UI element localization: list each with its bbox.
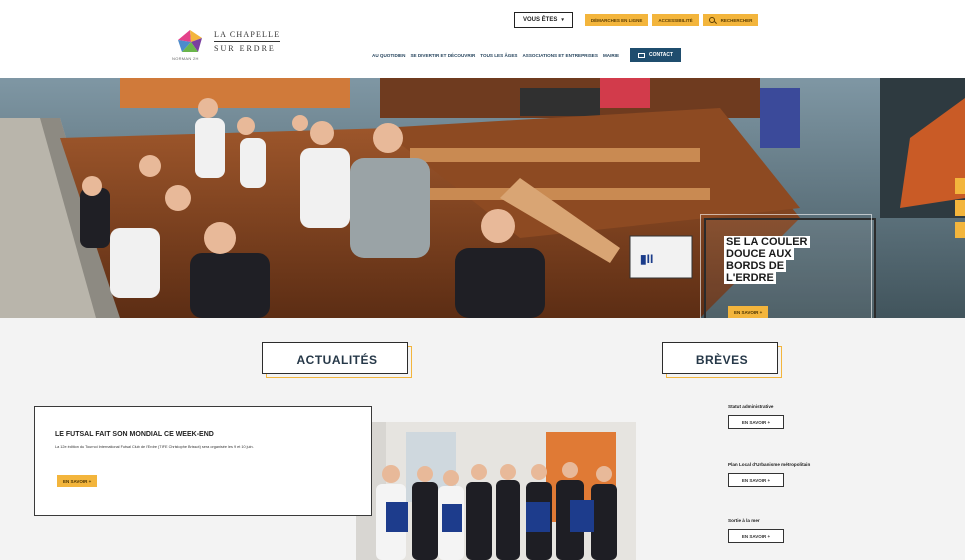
hero-title-line-3: BORDS DE (724, 260, 787, 272)
demarches-button[interactable]: DÉMARCHES EN LIGNE (584, 14, 649, 26)
actualites-heading-text: ACTUALITÉS (296, 353, 378, 367)
news-card: LE FUTSAL FAIT SON MONDIAL CE WEEK-END L… (34, 406, 372, 516)
nav-item-mairie[interactable]: MAIRIE (603, 53, 619, 58)
utility-bar: VOUS ÊTES ▾ DÉMARCHES EN LIGNE ACCESSIBI… (514, 12, 759, 28)
brief-item: Statut administrative EN SAVOIR + (728, 404, 784, 429)
search-icon (708, 17, 715, 23)
page: NORMAN 2H LA CHAPELLE SUR ERDRE VOUS ÊTE… (0, 0, 965, 560)
logo-wordmark: LA CHAPELLE SUR ERDRE (214, 30, 281, 54)
hero-callout: SE LA COULER DOUCE AUX BORDS DE L'ERDRE … (700, 214, 876, 318)
news-photo-image (356, 422, 636, 560)
nav-item-associations[interactable]: ASSOCIATIONS ET ENTREPRISES (522, 53, 597, 58)
news-photo[interactable] (356, 422, 636, 560)
nav-item-au-quotidien[interactable]: AU QUOTIDIEN (372, 53, 405, 58)
breves-heading: BRÈVES (662, 342, 782, 378)
brief-read-more-button[interactable]: EN SAVOIR + (728, 473, 784, 487)
brief-read-more-button[interactable]: EN SAVOIR + (728, 415, 784, 429)
svg-text:▮II: ▮II (640, 252, 653, 266)
site-header: NORMAN 2H LA CHAPELLE SUR ERDRE VOUS ÊTE… (0, 0, 965, 78)
hero-banner: ▮II SE LA COULER DOUCE AUX BORDS DE L'ER… (0, 78, 965, 318)
search-button[interactable]: RECHERCHER (702, 14, 759, 26)
logo-subtitle: NORMAN 2H (172, 56, 199, 61)
contact-button[interactable]: CONTACT (630, 48, 682, 62)
brief-item: Sortie à la mer EN SAVOIR + (728, 518, 784, 543)
hero-title: SE LA COULER DOUCE AUX BORDS DE L'ERDRE (724, 236, 834, 284)
hero-title-line-1: SE LA COULER (724, 236, 810, 248)
vous-etes-dropdown[interactable]: VOUS ÊTES ▾ (514, 12, 573, 28)
site-logo[interactable]: NORMAN 2H LA CHAPELLE SUR ERDRE (172, 26, 292, 66)
vous-etes-label: VOUS ÊTES (523, 17, 558, 23)
accessibilite-button[interactable]: ACCESSIBILITÉ (652, 14, 699, 26)
news-read-more-button[interactable]: EN SAVOIR + (57, 475, 98, 487)
main-navigation: AU QUOTIDIEN SE DIVERTIR ET DÉCOUVRIR TO… (372, 48, 682, 62)
hero-title-line-4: L'ERDRE (724, 272, 776, 284)
demarches-label: DÉMARCHES EN LIGNE (590, 17, 643, 23)
accessibilite-label: ACCESSIBILITÉ (658, 17, 693, 23)
main-content: ACTUALITÉS BRÈVES LE FUTSAL FAIT SON MON… (0, 318, 965, 560)
brief-read-more-button[interactable]: EN SAVOIR + (728, 529, 784, 543)
brief-title[interactable]: Statut administrative (728, 404, 784, 409)
breves-heading-text: BRÈVES (695, 353, 749, 367)
mail-icon (638, 52, 646, 58)
chevron-down-icon: ▾ (561, 17, 564, 23)
contact-label: CONTACT (649, 52, 674, 58)
brief-title[interactable]: Sortie à la mer (728, 518, 784, 523)
side-tab-1[interactable] (955, 178, 965, 194)
nav-item-se-divertir[interactable]: SE DIVERTIR ET DÉCOUVRIR (410, 53, 475, 58)
logo-mark-icon (178, 30, 202, 52)
search-label: RECHERCHER (720, 17, 753, 23)
side-tab-3[interactable] (955, 222, 965, 238)
brief-item: Plan Local d'Urbanisme métropolitain EN … (728, 462, 810, 487)
logo-line-1: LA CHAPELLE (214, 30, 281, 42)
hero-title-line-2: DOUCE AUX (724, 248, 794, 260)
actualites-heading: ACTUALITÉS (262, 342, 412, 378)
news-title[interactable]: LE FUTSAL FAIT SON MONDIAL CE WEEK-END (55, 431, 214, 438)
nav-item-tous-les-ages[interactable]: TOUS LES ÂGES (480, 53, 517, 58)
side-tab-2[interactable] (955, 200, 965, 216)
logo-line-2: SUR ERDRE (214, 44, 276, 53)
hero-read-more-button[interactable]: EN SAVOIR + (728, 306, 769, 318)
brief-title[interactable]: Plan Local d'Urbanisme métropolitain (728, 462, 810, 467)
news-description: La 12e édition du Tournoi International … (55, 445, 254, 449)
